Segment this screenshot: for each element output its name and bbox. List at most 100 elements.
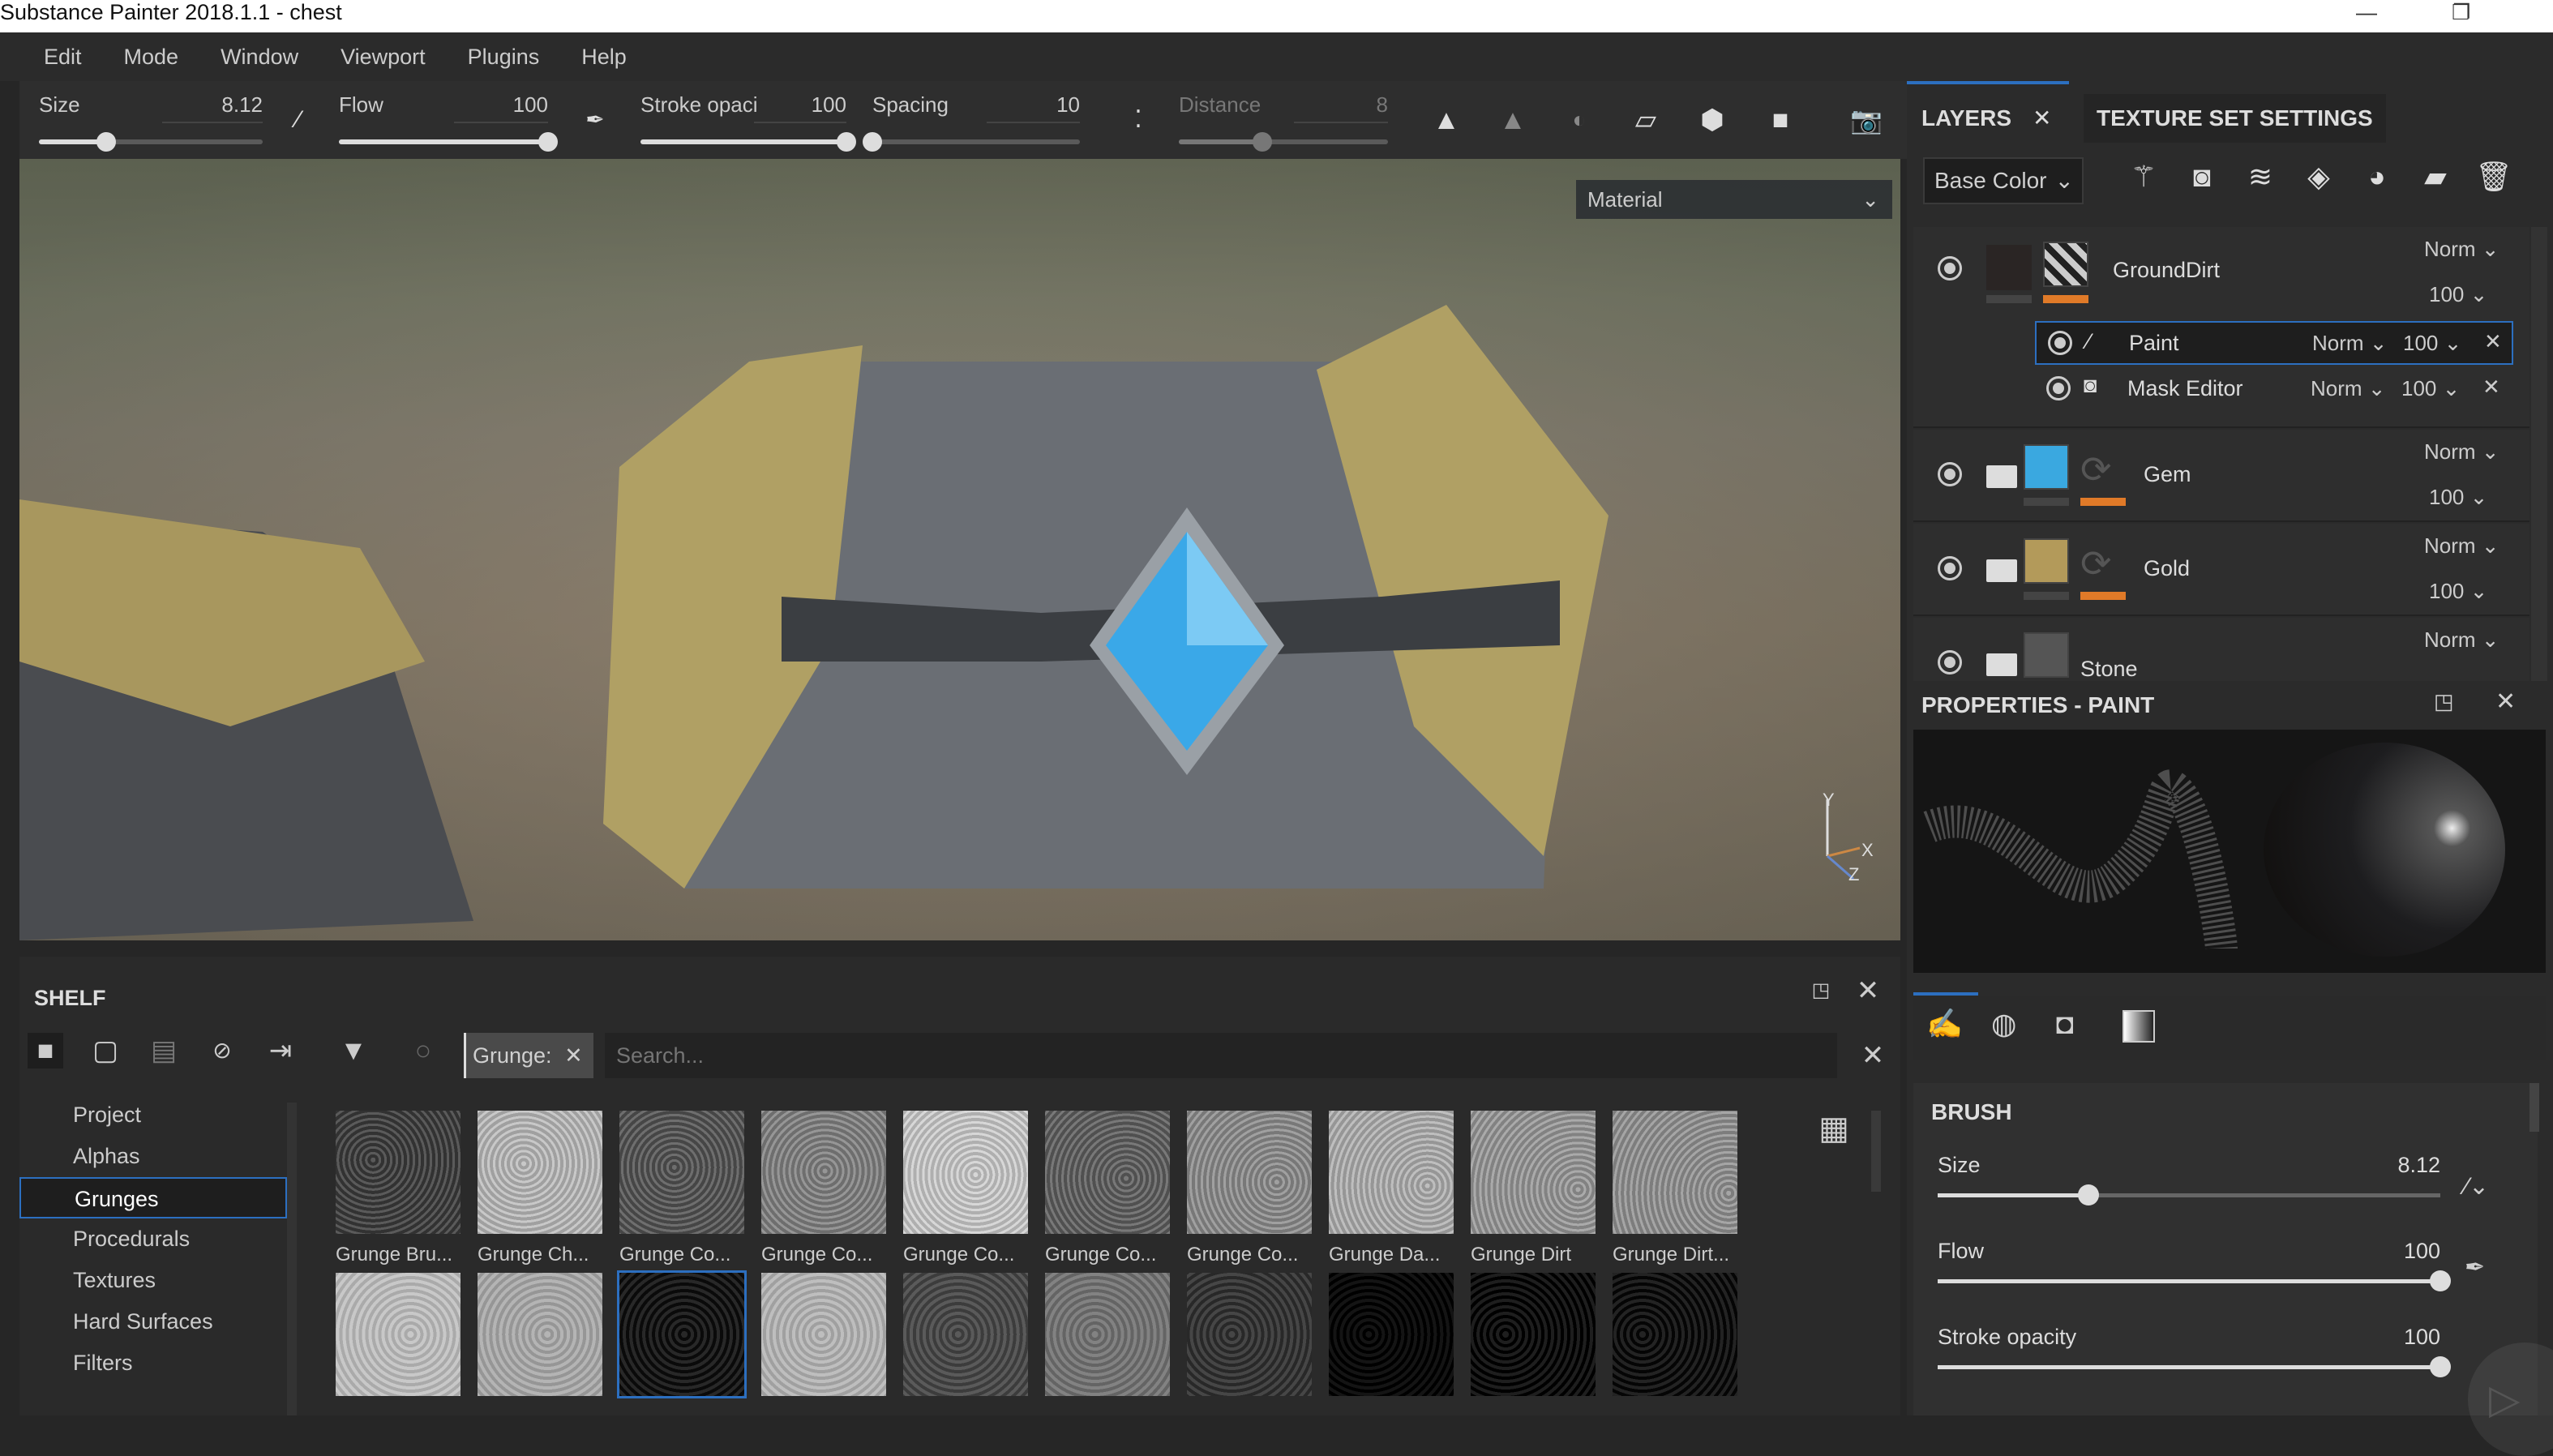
pen-pressure-flow-icon[interactable]: ✒ bbox=[2465, 1253, 2485, 1282]
menu-viewport[interactable]: Viewport bbox=[341, 45, 426, 70]
slider-handle[interactable] bbox=[96, 132, 116, 152]
mask-thumbnail[interactable] bbox=[2043, 242, 2088, 287]
light-icon[interactable]: ◐ bbox=[1561, 102, 1597, 138]
3d-viewport[interactable]: Y X Z Material ⌄ bbox=[19, 159, 1900, 940]
tab-stencil-icon[interactable]: ◘ bbox=[2056, 1007, 2074, 1041]
shelf-asset-thumbnail[interactable] bbox=[1187, 1111, 1312, 1234]
add-effect-icon[interactable]: ⚚ bbox=[2124, 157, 2163, 196]
opacity-dropdown[interactable]: 100 ⌄ bbox=[2401, 376, 2460, 401]
shelf-search-input[interactable] bbox=[605, 1033, 1837, 1078]
shelf-asset-thumbnail[interactable] bbox=[617, 1270, 747, 1398]
hide-icon[interactable]: ⊘ bbox=[204, 1033, 240, 1068]
close-icon[interactable]: ✕ bbox=[564, 1043, 583, 1068]
menu-plugins[interactable]: Plugins bbox=[468, 45, 540, 70]
slider-handle[interactable] bbox=[1253, 132, 1273, 152]
symmetry-mirror-icon[interactable]: ▲ bbox=[1495, 102, 1531, 138]
shelf-category-alphas[interactable]: Alphas bbox=[19, 1136, 287, 1177]
visibility-toggle-icon[interactable] bbox=[1938, 462, 1962, 486]
layer-grounddirt[interactable]: GroundDirt Norm ⌄ 100 ⌄ ⁄ Paint Norm ⌄ 1… bbox=[1913, 227, 2529, 428]
stroke-opacity-value[interactable]: 100 bbox=[812, 92, 846, 118]
blend-mode-dropdown[interactable]: Norm ⌄ bbox=[2424, 237, 2499, 262]
screenshot-icon[interactable]: 📷 bbox=[1848, 102, 1884, 138]
add-fill-layer-icon[interactable]: ◈ bbox=[2299, 157, 2338, 196]
distance-value[interactable]: 8 bbox=[1377, 92, 1388, 118]
slider-handle[interactable] bbox=[2078, 1184, 2099, 1205]
cube-view-icon[interactable]: ⬢ bbox=[1694, 102, 1730, 138]
smart-mask-icon[interactable]: ◕ bbox=[2358, 157, 2397, 196]
opacity-dropdown[interactable]: 100 ⌄ bbox=[2403, 331, 2461, 356]
shelf-category-textures[interactable]: Textures bbox=[19, 1260, 287, 1301]
blend-mode-dropdown[interactable]: Norm ⌄ bbox=[2424, 439, 2499, 465]
grid-view-icon[interactable]: ▦ bbox=[1816, 1111, 1852, 1146]
opacity-dropdown[interactable]: 100 ⌄ bbox=[2429, 282, 2487, 307]
restore-button[interactable]: ❐ bbox=[2452, 0, 2470, 24]
layer-gold[interactable]: ⟳ Gold Norm ⌄ 100 ⌄ bbox=[1913, 524, 2529, 616]
shelf-asset-thumbnail[interactable] bbox=[1329, 1111, 1454, 1234]
menu-edit[interactable]: Edit bbox=[44, 45, 82, 70]
layers-scrollbar[interactable] bbox=[2531, 227, 2547, 697]
opacity-dropdown[interactable]: 100 ⌄ bbox=[2429, 485, 2487, 510]
blend-mode-dropdown[interactable]: Norm ⌄ bbox=[2312, 331, 2388, 356]
shelf-asset-thumbnail[interactable] bbox=[903, 1273, 1028, 1396]
minimize-button[interactable]: — bbox=[2356, 0, 2377, 24]
delete-icon[interactable]: 🗑 bbox=[2474, 157, 2513, 196]
symmetry-icon[interactable]: ▲ bbox=[1429, 102, 1464, 138]
camera-icon[interactable]: ■ bbox=[1763, 102, 1798, 138]
pen-pressure-flow-icon[interactable]: ✒ bbox=[577, 102, 613, 138]
shelf-category-hard-surfaces[interactable]: Hard Surfaces bbox=[19, 1301, 287, 1343]
clear-search-icon[interactable]: ✕ bbox=[1855, 1038, 1891, 1073]
shelf-asset-thumbnail[interactable] bbox=[1613, 1111, 1737, 1234]
shelf-asset-thumbnail[interactable] bbox=[1045, 1273, 1170, 1396]
shelf-asset-thumbnail[interactable] bbox=[619, 1111, 744, 1234]
distance-slider[interactable]: Distance 8 bbox=[1179, 88, 1388, 152]
close-icon[interactable]: ✕ bbox=[1850, 973, 1886, 1008]
folder-icon[interactable]: ■ bbox=[28, 1033, 63, 1068]
shelf-asset-thumbnail[interactable] bbox=[478, 1273, 602, 1396]
size-value[interactable]: 8.12 bbox=[221, 92, 263, 118]
tab-texture-set-settings[interactable]: TEXTURE SET SETTINGS bbox=[2084, 94, 2386, 143]
add-layer-icon[interactable]: ≋ bbox=[2241, 157, 2280, 196]
shelf-asset-thumbnail[interactable] bbox=[903, 1111, 1028, 1234]
viewport-channel-dropdown[interactable]: Material ⌄ bbox=[1576, 180, 1892, 219]
channel-dropdown[interactable]: Base Color ⌄ bbox=[1923, 157, 2084, 204]
slider-handle[interactable] bbox=[863, 132, 882, 152]
shelf-asset-thumbnail[interactable] bbox=[336, 1273, 460, 1396]
shelf-asset-thumbnail[interactable] bbox=[761, 1111, 886, 1234]
flow-slider[interactable]: Flow 100 bbox=[339, 88, 558, 152]
add-folder-icon[interactable]: ▰ bbox=[2416, 157, 2455, 196]
add-mask-icon[interactable]: ◙ bbox=[2182, 157, 2221, 196]
close-icon[interactable]: ✕ bbox=[2495, 687, 2516, 716]
shelf-asset-thumbnail[interactable] bbox=[336, 1111, 460, 1234]
filter-icon[interactable]: ▼ bbox=[336, 1033, 371, 1068]
visibility-toggle-icon[interactable] bbox=[1938, 556, 1962, 580]
remove-effect-icon[interactable]: ✕ bbox=[2484, 329, 2502, 354]
filter-tag[interactable]: Grunge: ✕ bbox=[464, 1033, 593, 1078]
pen-pressure-size-icon[interactable]: ⁄⌄ bbox=[2465, 1172, 2489, 1201]
tab-brush-icon[interactable]: ✍ bbox=[1926, 1007, 1963, 1041]
tab-material-icon[interactable] bbox=[2123, 1010, 2155, 1043]
blend-mode-dropdown[interactable]: Norm ⌄ bbox=[2424, 533, 2499, 559]
slider-handle[interactable] bbox=[837, 132, 856, 152]
effect-mask-editor[interactable]: ◙ Mask Editor Norm ⌄ 100 ⌄ ✕ bbox=[2035, 368, 2513, 412]
slider-handle[interactable] bbox=[2430, 1356, 2451, 1377]
shelf-asset-thumbnail[interactable] bbox=[1329, 1273, 1454, 1396]
undock-icon[interactable]: ◳ bbox=[1803, 973, 1839, 1008]
slider-handle[interactable] bbox=[2430, 1270, 2451, 1291]
shelf-asset-thumbnail[interactable] bbox=[1471, 1273, 1596, 1396]
stroke-opacity-slider[interactable]: Stroke opaci 100 bbox=[640, 88, 856, 152]
pen-pressure-size-icon[interactable]: ⁄ bbox=[281, 102, 316, 138]
properties-scrollbar[interactable] bbox=[2529, 1083, 2539, 1132]
flow-value[interactable]: 100 bbox=[513, 92, 548, 118]
tab-layers[interactable]: LAYERS ✕ bbox=[1921, 94, 2051, 143]
tab-alpha-icon[interactable]: ◍ bbox=[1991, 1007, 2016, 1041]
menu-help[interactable]: Help bbox=[581, 45, 627, 70]
remove-effect-icon[interactable]: ✕ bbox=[2482, 375, 2500, 400]
blend-mode-dropdown[interactable]: Norm ⌄ bbox=[2424, 627, 2499, 653]
visibility-toggle-icon[interactable] bbox=[2046, 376, 2071, 400]
shelf-asset-thumbnail[interactable] bbox=[1045, 1111, 1170, 1234]
shelf-category-filters[interactable]: Filters bbox=[19, 1343, 287, 1384]
effect-paint[interactable]: ⁄ Paint Norm ⌄ 100 ⌄ ✕ bbox=[2035, 321, 2513, 365]
menu-window[interactable]: Window bbox=[221, 45, 298, 70]
visibility-toggle-icon[interactable] bbox=[1938, 650, 1962, 674]
shelf-category-project[interactable]: Project bbox=[19, 1094, 287, 1136]
